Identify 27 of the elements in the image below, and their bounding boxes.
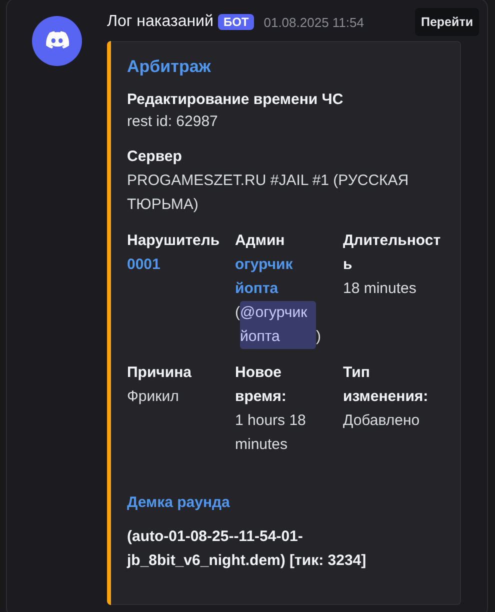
user-link[interactable]: огурчик йопта <box>235 253 335 301</box>
field-name: Длительность <box>343 231 442 275</box>
field-name: Новое время: <box>235 363 288 407</box>
jump-button[interactable]: Перейти <box>414 8 479 36</box>
field-value: Фрикил <box>127 387 179 407</box>
author-name[interactable]: Лог наказаний <box>107 13 214 31</box>
timestamp: 01.08.2025 11:54 <box>264 14 364 30</box>
field-name: Причина <box>127 363 192 383</box>
field-value: ( <box>235 303 240 323</box>
field-value: Добавлено <box>343 411 420 431</box>
description-line: Редактирование времени ЧС <box>127 90 344 110</box>
field-name: Сервер <box>127 147 183 167</box>
embed-title[interactable]: Арбитраж <box>127 57 444 77</box>
field-value: PROGAMESZET.RU #JAIL #1 (РУССКАЯ ТЮРЬМА) <box>127 171 410 215</box>
field-value: 18 minutes <box>343 279 416 299</box>
field-value: 1 hours 18 minutes <box>235 411 307 455</box>
field-name: Админ <box>235 231 286 251</box>
field-name: Тип изменения: <box>343 363 430 407</box>
description-line: rest id: 62987 <box>127 112 219 132</box>
demo-filename: (auto-01-08-25--11-54-01-jb_8bit_v6_night.dem) [тик: 3234] <box>127 527 368 571</box>
field-name: Нарушитель <box>127 231 221 251</box>
user-link[interactable]: 0001 <box>127 253 160 277</box>
bot-avatar-icon <box>32 16 82 66</box>
demo-link[interactable]: Демка раунда <box>127 491 444 515</box>
field-value: ) <box>316 327 321 347</box>
bot-badge: БОТ <box>218 14 254 30</box>
user-mention[interactable]: @огурчик йопта <box>240 301 316 349</box>
